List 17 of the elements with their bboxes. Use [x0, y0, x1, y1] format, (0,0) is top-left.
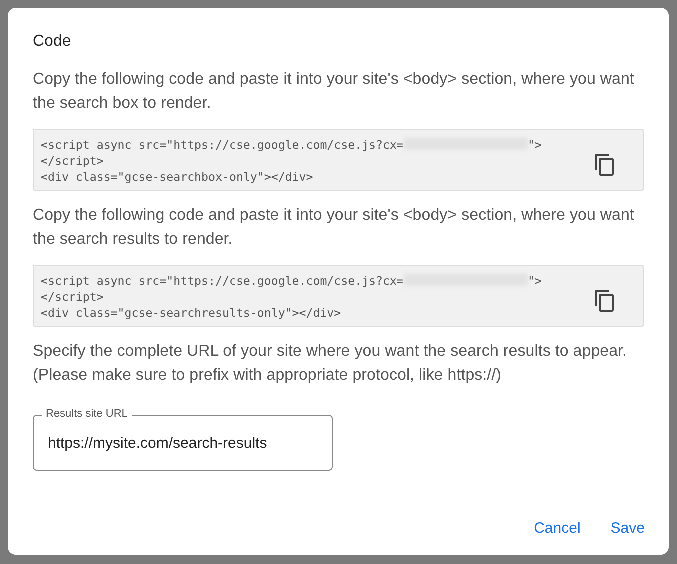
instruction-text: Copy the following code and paste it into your site's <body> section, where you want the search box to render.	[33, 70, 636, 114]
dialog-title: Code	[33, 32, 72, 52]
field-label: Results site URL	[42, 408, 132, 420]
code-text: <div class="gcse-searchbox-only"></div>	[41, 170, 314, 184]
code-text: ">	[528, 138, 542, 152]
code-text: ">	[528, 274, 542, 288]
code-text: <div class="gcse-searchresults-only"></div>	[41, 306, 342, 320]
dialog-button[interactable]: Cancel	[534, 520, 581, 537]
instruction-text: Specify the complete URL of your site where you want the search results to appear. (Please make sure to prefix with appropriate protocol, like https://)	[33, 342, 628, 386]
code-text: <script async src="https://cse.google.com/cse.js?cx=	[41, 138, 404, 152]
copy-icon[interactable]	[593, 289, 617, 313]
dialog-button[interactable]: Save	[610, 520, 645, 537]
copy-icon[interactable]	[593, 153, 617, 177]
code-text: </script>	[41, 154, 104, 168]
code-text: <script async src="https://cse.google.com/cse.js?cx=	[41, 274, 404, 288]
code-text: </script>	[41, 290, 104, 304]
instruction-text: Copy the following code and paste it into your site's <body> section, where you want the search results to render.	[33, 206, 636, 250]
